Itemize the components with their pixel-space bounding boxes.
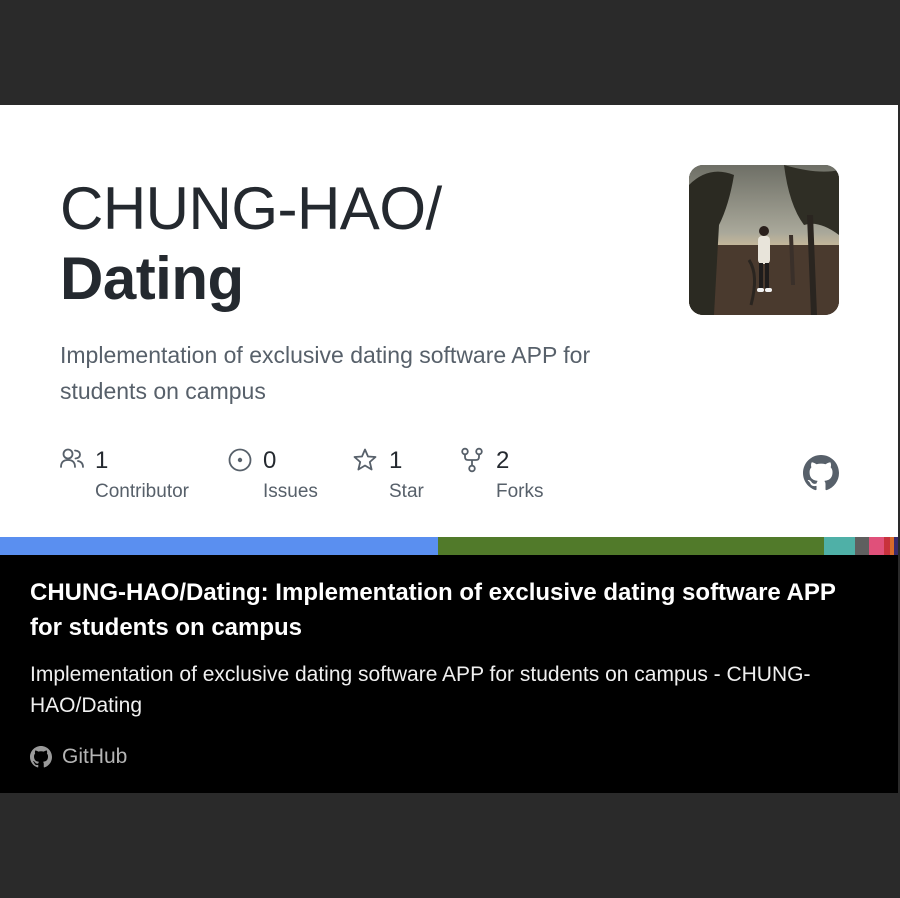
og-image[interactable]: CHUNG-HAO/ Dating Implementation of excl… — [0, 105, 898, 555]
fork-icon — [461, 447, 483, 473]
language-segment — [854, 537, 870, 555]
link-preview-meta: CHUNG-HAO/Dating: Implementation of excl… — [30, 575, 870, 768]
link-preview-description: Implementation of exclusive dating softw… — [30, 663, 811, 717]
repo-stats: 1 Contributor 0 Issues 1 Star 2 Forks — [60, 445, 660, 515]
language-segment — [438, 537, 825, 555]
stars-count: 1 — [389, 447, 403, 474]
star-icon — [353, 448, 377, 471]
language-segment — [869, 537, 884, 555]
people-icon — [60, 448, 84, 468]
issues-label: Issues — [263, 481, 318, 502]
issue-icon — [228, 448, 252, 472]
link-preview-card[interactable]: CHUNG-HAO/ Dating Implementation of excl… — [0, 105, 898, 793]
language-segment — [824, 537, 855, 555]
repo-name: Dating — [60, 245, 244, 312]
forks-label: Forks — [496, 481, 544, 502]
repo-owner: CHUNG-HAO/ — [60, 175, 442, 242]
link-preview-title[interactable]: CHUNG-HAO/Dating: Implementation of excl… — [30, 575, 870, 645]
site-name: GitHub — [62, 745, 128, 768]
github-logo-icon — [30, 746, 52, 768]
link-preview-site: GitHub — [30, 745, 127, 769]
forks-count: 2 — [496, 447, 510, 474]
contributors-label: Contributor — [95, 481, 189, 502]
language-bar — [0, 537, 898, 555]
owner-avatar — [689, 165, 839, 315]
repo-description: Implementation of exclusive dating softw… — [60, 342, 591, 404]
issues-count: 0 — [263, 447, 277, 474]
contributors-count: 1 — [95, 447, 109, 474]
language-segment — [0, 537, 439, 555]
stars-label: Star — [389, 481, 424, 502]
github-logo-icon — [803, 455, 839, 491]
language-segment — [893, 537, 898, 555]
